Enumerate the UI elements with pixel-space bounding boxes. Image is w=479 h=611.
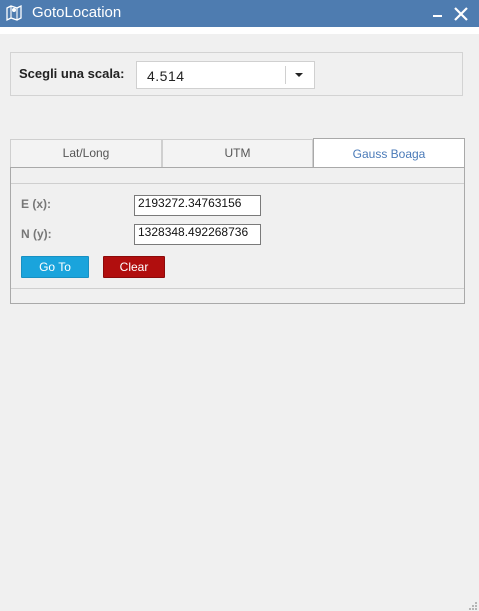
gauss-boaga-panel: E (x): 2193272.34763156 N (y): 1328348.4…: [10, 167, 465, 304]
title-bar: GotoLocation: [0, 0, 479, 27]
dropdown-separator: [285, 66, 286, 84]
tab-gauss-boaga[interactable]: Gauss Boaga: [313, 138, 465, 168]
n-y-input[interactable]: 1328348.492268736: [134, 224, 261, 245]
go-to-button[interactable]: Go To: [21, 256, 89, 278]
clear-button[interactable]: Clear: [103, 256, 165, 278]
tab-lat-long[interactable]: Lat/Long: [10, 139, 162, 167]
scale-panel: Scegli una scala: 4.514: [10, 52, 463, 96]
chevron-down-icon[interactable]: [295, 73, 303, 77]
title-separator: [0, 27, 479, 34]
divider: [11, 183, 464, 184]
scale-dropdown[interactable]: 4.514: [136, 61, 315, 89]
map-icon: [6, 4, 22, 22]
close-icon[interactable]: [452, 5, 470, 23]
minimize-icon[interactable]: [430, 6, 446, 22]
scale-label: Scegli una scala:: [19, 66, 125, 81]
coordinate-tabs: Lat/Long UTM Gauss Boaga: [10, 138, 465, 168]
e-x-input[interactable]: 2193272.34763156: [134, 195, 261, 216]
window-title: GotoLocation: [32, 4, 122, 21]
n-y-label: N (y):: [21, 227, 52, 241]
tab-utm[interactable]: UTM: [162, 139, 313, 167]
scale-selected-value: 4.514: [147, 68, 185, 84]
divider: [11, 288, 464, 289]
e-x-label: E (x):: [21, 197, 51, 211]
resize-grip-icon[interactable]: [468, 600, 478, 610]
